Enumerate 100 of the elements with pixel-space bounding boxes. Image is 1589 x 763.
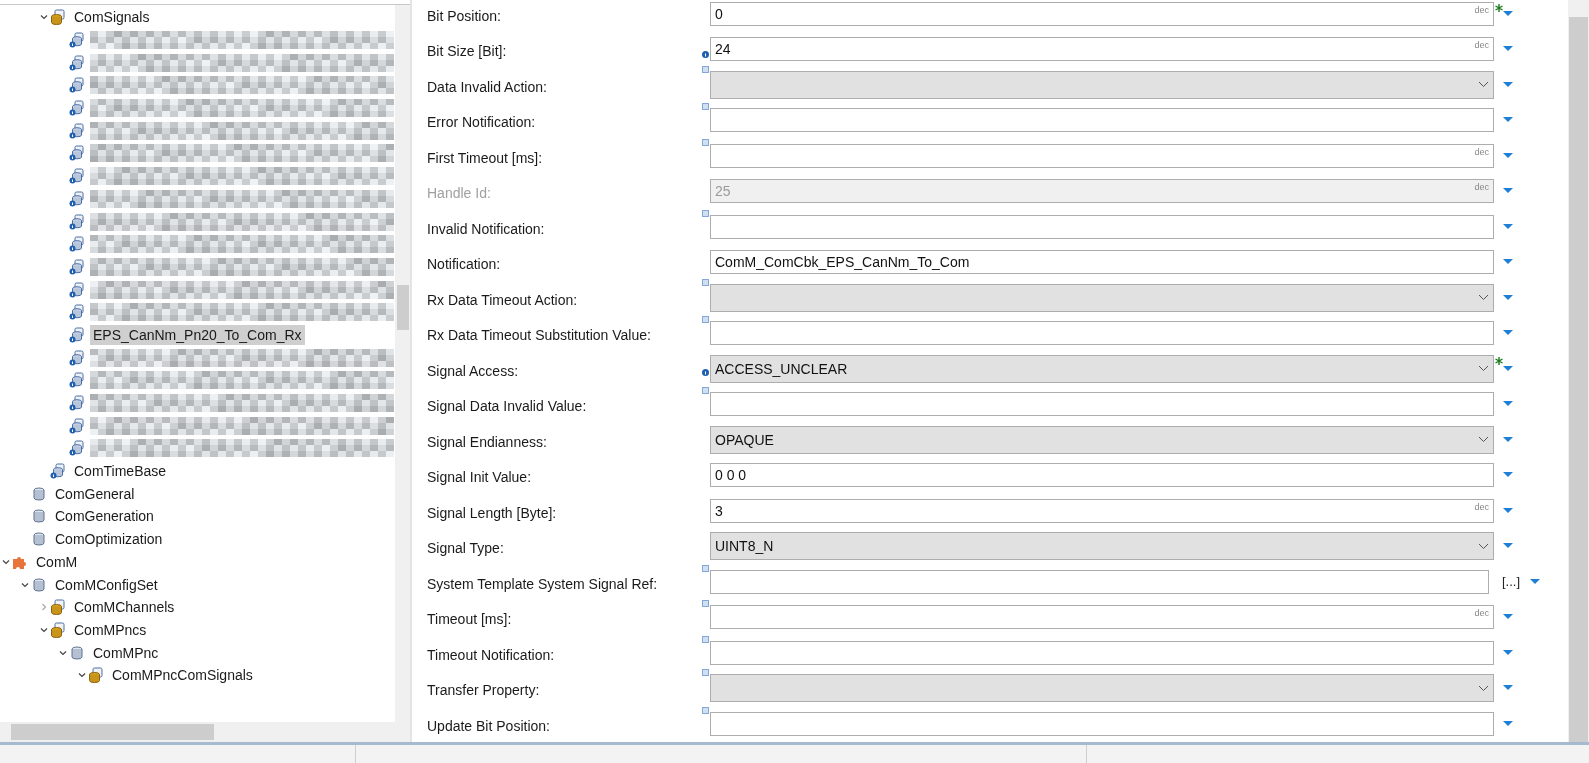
menu-caret-icon[interactable] — [1503, 436, 1513, 443]
cylinder-icon — [69, 644, 85, 661]
property-label: Rx Data Timeout Substitution Value: — [427, 326, 651, 344]
menu-caret-icon[interactable] — [1503, 685, 1513, 692]
signal-icon — [69, 100, 85, 117]
menu-caret-icon[interactable] — [1503, 117, 1513, 124]
chevron-down-icon — [1478, 436, 1489, 444]
pixelated-label[interactable] — [90, 439, 394, 458]
chevron-down-icon — [1478, 365, 1489, 373]
menu-caret-icon[interactable] — [1503, 330, 1513, 337]
dropdown-field[interactable] — [710, 70, 1494, 99]
menu-caret-icon[interactable] — [1503, 81, 1513, 88]
unit-label: dec — [1474, 4, 1489, 15]
tree-item[interactable]: ComTimeBase — [71, 461, 170, 482]
dropdown-field[interactable] — [710, 283, 1494, 312]
tree-item[interactable]: ComMPncs — [71, 619, 150, 640]
dropdown-field[interactable]: UINT8_N — [710, 532, 1494, 561]
signal-icon — [69, 395, 85, 412]
menu-caret-icon[interactable] — [1530, 578, 1541, 585]
input-field[interactable]: dec — [710, 143, 1494, 168]
dropdown-field[interactable]: OPAQUE — [710, 425, 1494, 454]
menu-caret-icon[interactable] — [1503, 294, 1513, 301]
property-label: Transfer Property: — [427, 681, 540, 699]
input-field[interactable] — [710, 569, 1489, 594]
vertical-scrollbar[interactable] — [1568, 0, 1589, 742]
menu-caret-icon[interactable] — [1503, 649, 1513, 656]
input-field[interactable]: 24 dec — [710, 37, 1494, 62]
signal-icon — [69, 326, 85, 343]
pixelated-label[interactable] — [90, 257, 394, 276]
property-label: Signal Data Invalid Value: — [427, 397, 587, 415]
input-field[interactable]: 0 dec — [710, 1, 1494, 26]
input-field[interactable] — [710, 214, 1494, 239]
pixelated-label[interactable] — [90, 99, 394, 118]
input-field[interactable] — [710, 711, 1494, 736]
tree-item[interactable]: ComMConfigSet — [52, 574, 161, 595]
menu-caret-icon[interactable] — [1503, 720, 1513, 727]
menu-caret-icon[interactable] — [1503, 46, 1513, 53]
unit-label: dec — [1474, 501, 1489, 512]
pixelated-label[interactable] — [90, 416, 394, 435]
pixelated-label[interactable] — [90, 303, 394, 322]
pixelated-label[interactable] — [90, 348, 394, 367]
tree-item[interactable]: ComM — [33, 551, 81, 572]
input-field[interactable] — [710, 108, 1494, 133]
menu-caret-icon[interactable] — [1503, 223, 1513, 230]
menu-caret-icon[interactable] — [1503, 614, 1513, 621]
pixelated-label[interactable] — [90, 280, 394, 299]
tree-item[interactable]: ComSignals — [71, 7, 153, 28]
menu-caret-icon[interactable] — [1503, 543, 1513, 550]
signal-icon — [50, 463, 66, 480]
signal-icon — [69, 417, 85, 434]
cylinder-icon — [31, 485, 47, 502]
input-field[interactable] — [710, 392, 1494, 417]
chevron-down-icon — [1478, 684, 1489, 692]
pixelated-label[interactable] — [90, 144, 394, 163]
input-field[interactable]: 0 0 0 — [710, 463, 1494, 488]
tree-item[interactable]: ComOptimization — [52, 529, 166, 550]
pixelated-label[interactable] — [90, 189, 394, 208]
signal-icon — [69, 258, 85, 275]
input-field[interactable] — [710, 321, 1494, 346]
tree-item[interactable]: ComMPncComSignals — [109, 665, 256, 686]
pixelated-label[interactable] — [90, 76, 394, 95]
pixelated-label[interactable] — [90, 167, 394, 186]
input-field[interactable]: dec — [710, 605, 1494, 630]
browse-button[interactable]: [...] — [1502, 574, 1521, 590]
menu-caret-icon[interactable] — [1503, 472, 1513, 479]
dropdown-field[interactable] — [710, 674, 1494, 703]
pixelated-label[interactable] — [90, 53, 394, 72]
dropdown-field[interactable]: ACCESS_UNCLEAR — [710, 354, 1494, 383]
property-label: Bit Size [Bit]: — [427, 42, 507, 60]
horizontal-scrollbar[interactable] — [0, 722, 410, 742]
menu-caret-icon[interactable] — [1503, 10, 1513, 17]
tree-item[interactable]: ComMChannels — [71, 597, 178, 618]
signal-icon — [69, 32, 85, 49]
pixelated-label[interactable] — [90, 121, 394, 140]
pixelated-label[interactable] — [90, 394, 394, 413]
pixelated-label[interactable] — [90, 371, 394, 390]
tree-item[interactable]: EPS_CanNm_Pn20_To_Com_Rx — [90, 324, 305, 345]
vertical-scrollbar[interactable] — [395, 5, 410, 723]
pixelated-label[interactable] — [90, 31, 394, 50]
unit-label: dec — [1474, 182, 1489, 193]
menu-caret-icon[interactable] — [1503, 507, 1513, 514]
pixelated-label[interactable] — [90, 212, 394, 231]
menu-caret-icon[interactable] — [1503, 401, 1513, 408]
menu-caret-icon[interactable] — [1503, 259, 1513, 266]
menu-caret-icon[interactable] — [1503, 365, 1513, 372]
input-field[interactable]: ComM_ComCbk_EPS_CanNm_To_Com — [710, 250, 1494, 275]
pixelated-label[interactable] — [90, 235, 394, 254]
tree-item[interactable]: ComGeneral — [52, 483, 138, 504]
menu-caret-icon[interactable] — [1503, 152, 1513, 159]
signal-icon — [69, 77, 85, 94]
property-label: Handle Id: — [427, 184, 491, 202]
input-field[interactable]: 3 dec — [710, 498, 1494, 523]
chevron-down-icon — [1478, 294, 1489, 302]
chevron-right-icon[interactable] — [39, 602, 49, 613]
property-label: Error Notification: — [427, 113, 536, 131]
unit-label: dec — [1474, 146, 1489, 157]
signal-icon — [69, 372, 85, 389]
tree-item[interactable]: ComMPnc — [90, 642, 162, 663]
input-field[interactable] — [710, 640, 1494, 665]
tree-item[interactable]: ComGeneration — [52, 506, 157, 527]
